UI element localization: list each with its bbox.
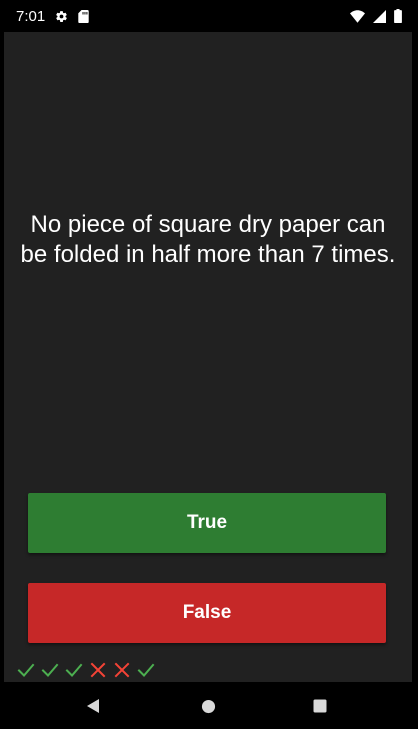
cellular-signal-icon	[373, 9, 386, 23]
checkmark-icon	[64, 660, 84, 680]
false-button[interactable]: False	[28, 583, 386, 643]
checkmark-icon	[16, 660, 36, 680]
quiz-screen: No piece of square dry paper can be fold…	[4, 32, 412, 682]
cross-icon	[88, 660, 108, 680]
gear-icon	[55, 10, 68, 23]
score-history	[16, 659, 156, 681]
status-left: 7:01	[16, 8, 89, 25]
wifi-icon	[350, 9, 365, 23]
question-text: No piece of square dry paper can be fold…	[20, 211, 396, 268]
status-time: 7:01	[16, 7, 46, 25]
sd-card-icon	[78, 9, 89, 23]
phone-screen: 7:01 No piece of square dry paper can be…	[0, 0, 418, 729]
checkmark-icon	[136, 660, 156, 680]
true-button[interactable]: True	[28, 493, 386, 553]
checkmark-icon	[40, 660, 60, 680]
navigation-bar	[0, 682, 418, 729]
back-icon[interactable]	[81, 694, 105, 718]
status-bar: 7:01	[0, 0, 418, 32]
status-right	[350, 9, 402, 23]
home-icon[interactable]	[196, 694, 220, 718]
cross-icon	[112, 660, 132, 680]
battery-icon	[394, 9, 402, 23]
recents-icon[interactable]	[308, 694, 332, 718]
